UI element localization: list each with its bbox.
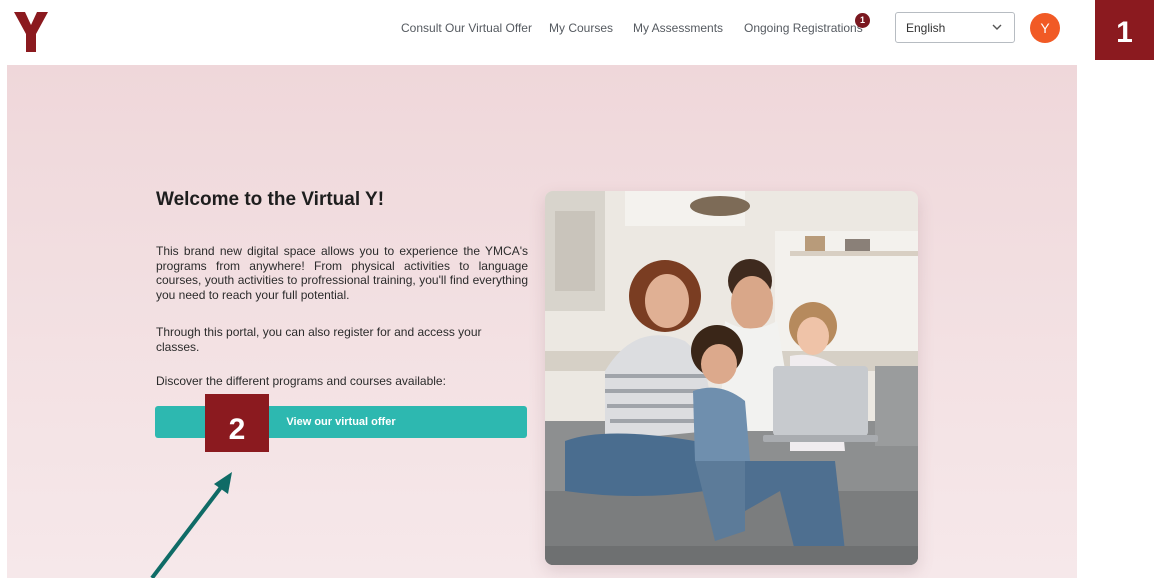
- ymca-logo[interactable]: [14, 12, 48, 52]
- nav-ongoing-registrations-label: Ongoing Registrations: [744, 21, 863, 35]
- annotation-arrow: [150, 472, 232, 578]
- nav-ongoing-registrations[interactable]: Ongoing Registrations 1: [744, 13, 870, 35]
- hero-discover-paragraph: Discover the different programs and cour…: [156, 374, 446, 388]
- user-avatar[interactable]: Y: [1030, 13, 1060, 43]
- annotation-callout-1: 1: [1095, 0, 1154, 60]
- chevron-down-icon: [992, 24, 1002, 30]
- hero-portal-paragraph: Through this portal, you can also regist…: [156, 325, 482, 354]
- hero-intro-paragraph: This brand new digital space allows you …: [156, 244, 528, 302]
- nav-my-courses[interactable]: My Courses: [549, 21, 613, 35]
- top-nav-bar: Consult Our Virtual Offer My Courses My …: [0, 0, 1077, 62]
- notification-badge: 1: [855, 13, 870, 28]
- nav-my-assessments[interactable]: My Assessments: [633, 21, 723, 35]
- family-laptop-photo: [545, 191, 918, 565]
- page: Consult Our Virtual Offer My Courses My …: [0, 0, 1154, 578]
- hero-title: Welcome to the Virtual Y!: [156, 189, 385, 210]
- nav-consult-virtual-offer[interactable]: Consult Our Virtual Offer: [401, 21, 532, 35]
- language-select[interactable]: English: [895, 12, 1015, 43]
- annotation-callout-2: 2: [205, 394, 269, 452]
- language-select-value: English: [906, 21, 946, 35]
